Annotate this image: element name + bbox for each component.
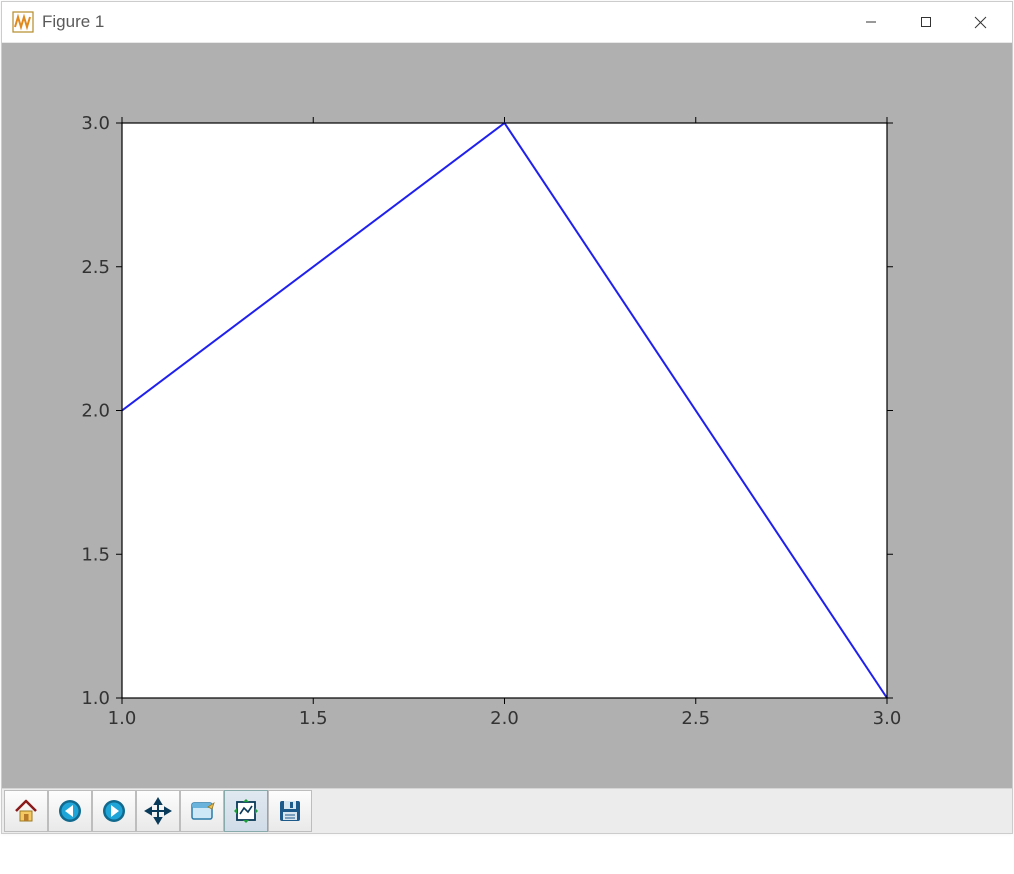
y-tick-label: 3.0 — [81, 113, 110, 134]
x-tick-label: 2.0 — [490, 708, 519, 729]
y-tick-label: 1.5 — [81, 544, 110, 565]
titlebar: Figure 1 — [2, 2, 1012, 43]
y-tick-label: 2.0 — [81, 401, 110, 422]
x-tick-label: 1.5 — [299, 708, 328, 729]
y-tick-label: 2.5 — [81, 257, 110, 278]
home-button[interactable] — [4, 790, 48, 832]
zoom-button[interactable] — [180, 790, 224, 832]
close-icon — [974, 16, 987, 29]
x-tick-label: 3.0 — [873, 708, 902, 729]
minimize-button[interactable] — [843, 2, 898, 42]
maximize-button[interactable] — [898, 2, 953, 42]
navigation-toolbar — [2, 788, 1012, 833]
maximize-icon — [920, 16, 932, 28]
back-button[interactable] — [48, 790, 92, 832]
save-button[interactable] — [268, 790, 312, 832]
app-window: Figure 1 1.0 1.5 2.0 2.5 3.0 1.0 1.5 2.0 2.5 3.0 — [1, 1, 1013, 834]
move-icon — [144, 797, 172, 825]
close-button[interactable] — [953, 2, 1008, 42]
zoom-rect-icon — [188, 797, 216, 825]
arrow-right-icon — [100, 797, 128, 825]
minimize-icon — [865, 16, 877, 28]
x-tick-label: 2.5 — [681, 708, 710, 729]
window-title: Figure 1 — [42, 12, 104, 32]
arrow-left-icon — [56, 797, 84, 825]
x-tick-label: 1.0 — [108, 708, 137, 729]
save-icon — [276, 797, 304, 825]
pan-button[interactable] — [136, 790, 180, 832]
configure-subplots-icon — [232, 797, 260, 825]
configure-subplots-button[interactable] — [224, 790, 268, 832]
app-icon — [12, 11, 34, 33]
y-tick-label: 1.0 — [81, 688, 110, 709]
figure-canvas[interactable]: 1.0 1.5 2.0 2.5 3.0 1.0 1.5 2.0 2.5 3.0 — [2, 43, 1012, 788]
home-icon — [12, 797, 40, 825]
forward-button[interactable] — [92, 790, 136, 832]
plot-svg: 1.0 1.5 2.0 2.5 3.0 1.0 1.5 2.0 2.5 3.0 — [17, 68, 997, 773]
